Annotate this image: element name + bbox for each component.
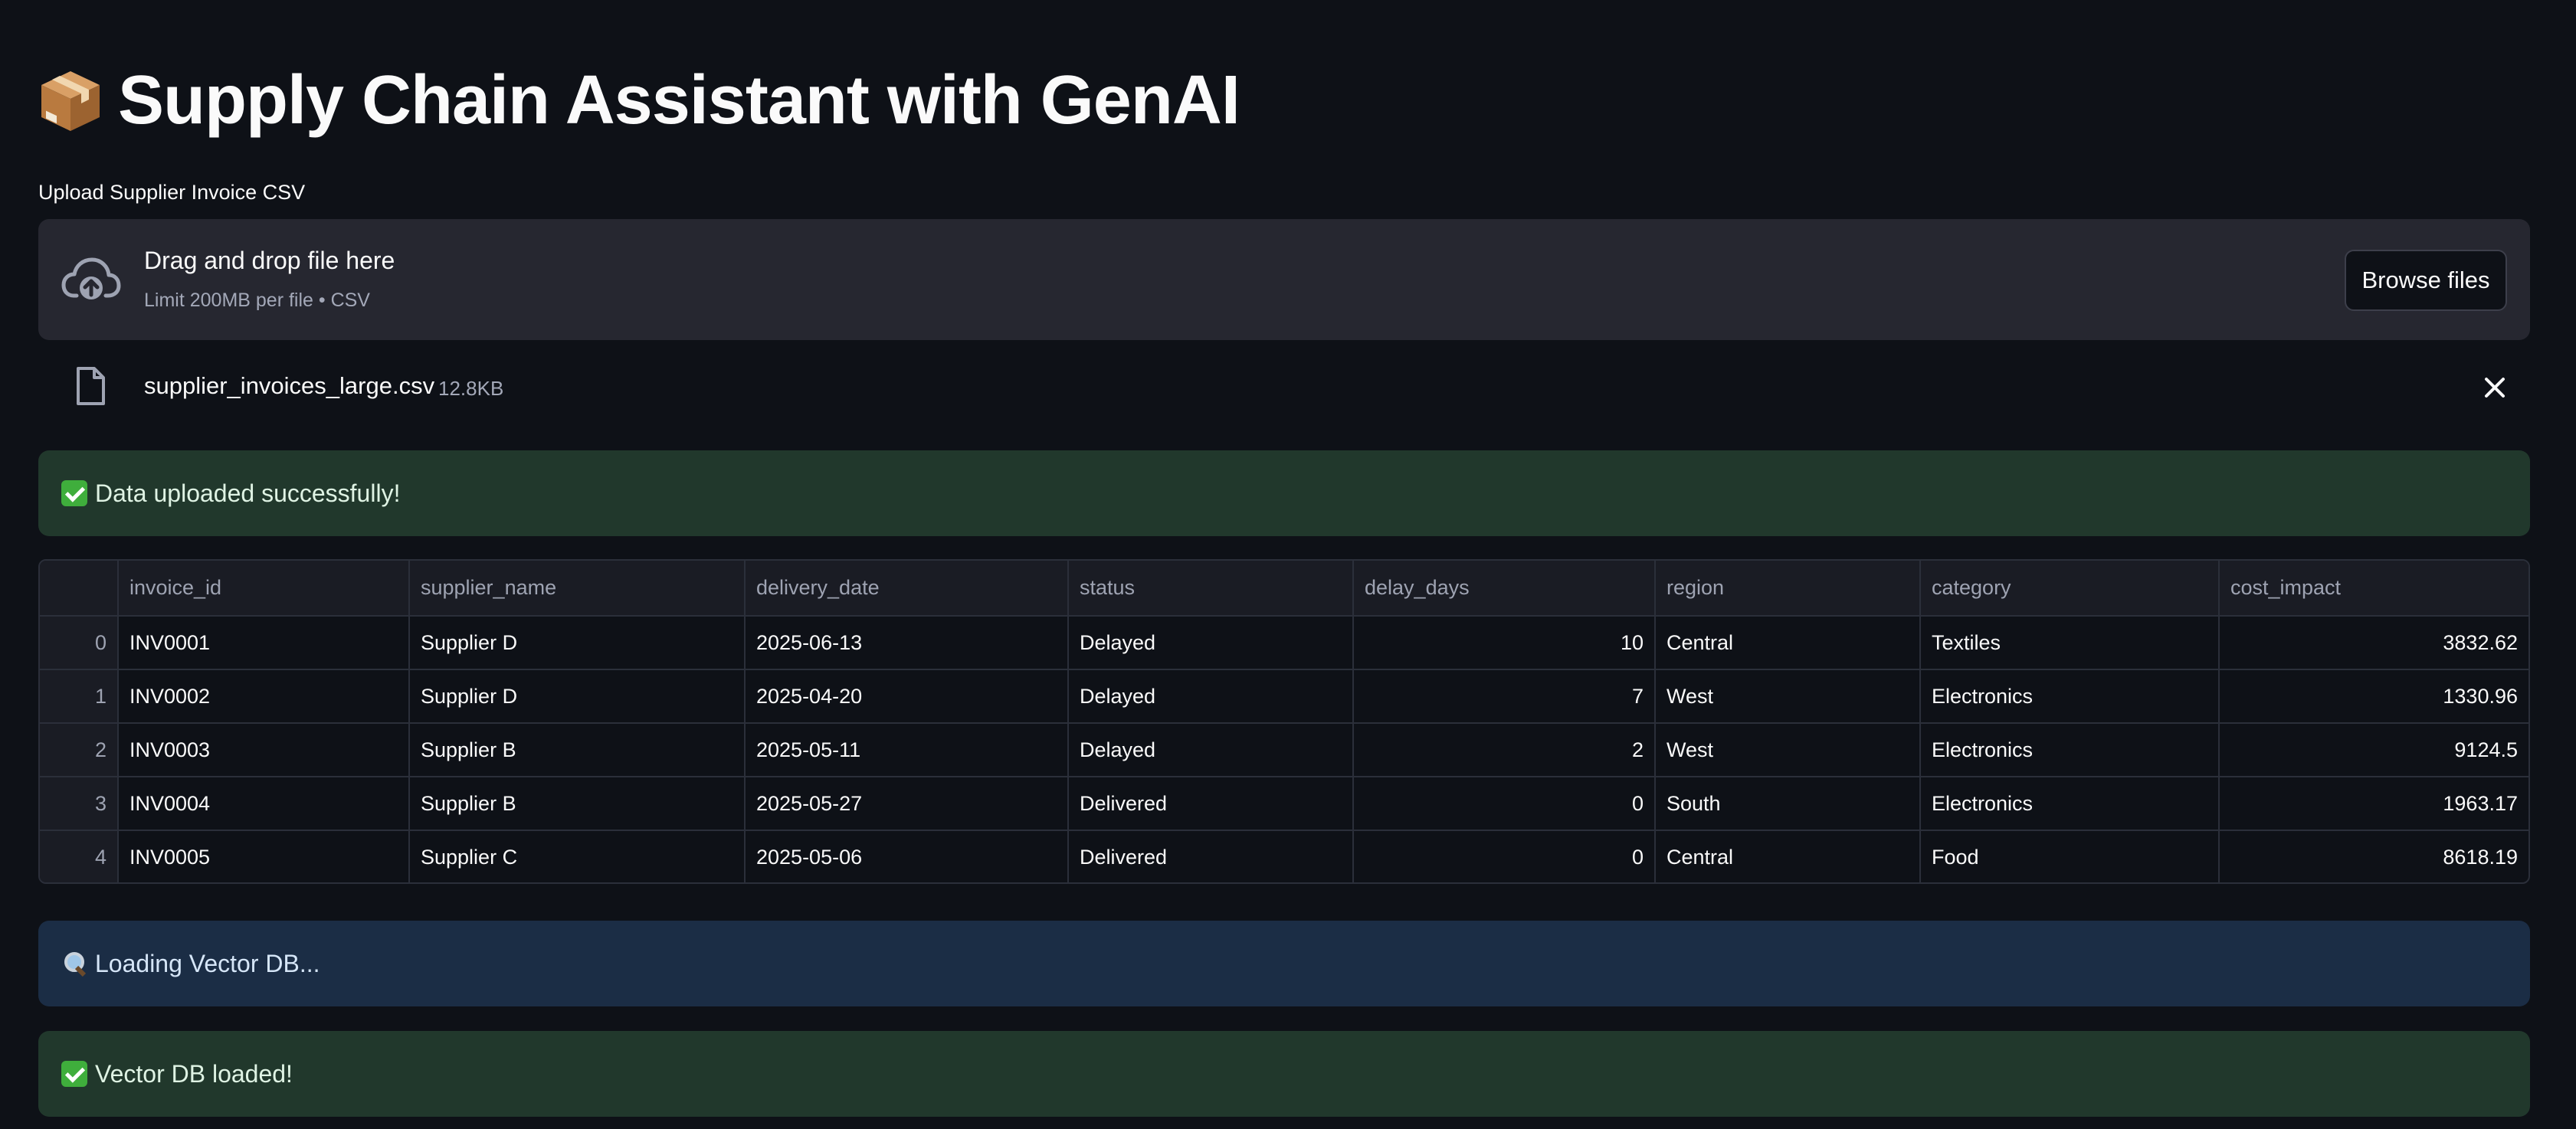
cell-invoice-id[interactable]: INV0003 (118, 723, 410, 777)
browse-files-button[interactable]: Browse files (2345, 250, 2507, 311)
cell-region[interactable]: West (1655, 669, 1921, 724)
cell-delay-days[interactable]: 10 (1353, 616, 1656, 670)
column-header-category[interactable]: category (1920, 561, 2220, 617)
package-icon (37, 67, 104, 134)
upload-label: Upload Supplier Invoice CSV (38, 181, 306, 204)
cell-supplier-name[interactable]: Supplier D (409, 669, 746, 724)
vector-db-loaded-text: Vector DB loaded! (95, 1059, 293, 1088)
cell-status[interactable]: Delayed (1068, 669, 1354, 724)
page-title-text: Supply Chain Assistant with GenAI (118, 62, 1240, 139)
table-row: 2 INV0003 Supplier B 2025-05-11 Delayed … (40, 723, 2528, 777)
cell-invoice-id[interactable]: INV0005 (118, 830, 410, 882)
cell-delay-days[interactable]: 7 (1353, 669, 1656, 724)
column-header-delay-days[interactable]: delay_days (1353, 561, 1656, 617)
cell-invoice-id[interactable]: INV0004 (118, 777, 410, 831)
cell-delivery-date[interactable]: 2025-06-13 (745, 616, 1069, 670)
cell-supplier-name[interactable]: Supplier D (409, 616, 746, 670)
cell-category[interactable]: Electronics (1920, 723, 2220, 777)
page-title: Supply Chain Assistant with GenAI (37, 66, 1240, 135)
cell-category[interactable]: Electronics (1920, 777, 2220, 831)
cell-delivery-date[interactable]: 2025-05-11 (745, 723, 1069, 777)
cell-delivery-date[interactable]: 2025-04-20 (745, 669, 1069, 724)
cell-supplier-name[interactable]: Supplier B (409, 723, 746, 777)
column-header-invoice-id[interactable]: invoice_id (118, 561, 410, 617)
cell-delivery-date[interactable]: 2025-05-27 (745, 777, 1069, 831)
cell-invoice-id[interactable]: INV0001 (118, 616, 410, 670)
cloud-upload-icon (61, 253, 121, 306)
magnifying-glass-icon (61, 951, 87, 977)
table-row: 0 INV0001 Supplier D 2025-06-13 Delayed … (40, 616, 2528, 670)
cell-category[interactable]: Textiles (1920, 616, 2220, 670)
table-header-row: invoice_id supplier_name delivery_date s… (40, 561, 2528, 617)
column-header-region[interactable]: region (1655, 561, 1921, 617)
cell-cost-impact[interactable]: 9124.5 (2219, 723, 2528, 777)
cell-category[interactable]: Electronics (1920, 669, 2220, 724)
dropzone-instructions: Drag and drop file here (144, 247, 395, 274)
loading-vector-db-text: Loading Vector DB... (95, 949, 320, 977)
cell-delay-days[interactable]: 2 (1353, 723, 1656, 777)
file-size: 12.8KB (438, 377, 504, 400)
cell-delivery-date[interactable]: 2025-05-06 (745, 830, 1069, 882)
data-table[interactable]: invoice_id supplier_name delivery_date s… (38, 559, 2530, 884)
cell-status[interactable]: Delayed (1068, 616, 1354, 670)
column-header-status[interactable]: status (1068, 561, 1354, 617)
file-name: supplier_invoices_large.csv (144, 372, 435, 399)
cell-status[interactable]: Delivered (1068, 777, 1354, 831)
file-icon (75, 366, 106, 406)
remove-file-close-icon[interactable] (2483, 375, 2507, 400)
cell-status[interactable]: Delayed (1068, 723, 1354, 777)
row-index: 3 (40, 777, 119, 831)
check-mark-icon (61, 480, 87, 506)
cell-region[interactable]: Central (1655, 830, 1921, 882)
column-header-delivery-date[interactable]: delivery_date (745, 561, 1069, 617)
table-row: 4 INV0005 Supplier C 2025-05-06 Delivere… (40, 830, 2528, 882)
row-index: 2 (40, 723, 119, 777)
cell-cost-impact[interactable]: 1330.96 (2219, 669, 2528, 724)
cell-delay-days[interactable]: 0 (1353, 830, 1656, 882)
cell-region[interactable]: West (1655, 723, 1921, 777)
column-header-index[interactable] (40, 561, 119, 617)
column-header-cost-impact[interactable]: cost_impact (2219, 561, 2528, 617)
cell-status[interactable]: Delivered (1068, 830, 1354, 882)
cell-invoice-id[interactable]: INV0002 (118, 669, 410, 724)
dropzone-limit: Limit 200MB per file • CSV (144, 290, 370, 311)
cell-category[interactable]: Food (1920, 830, 2220, 882)
row-index: 1 (40, 669, 119, 724)
upload-success-text: Data uploaded successfully! (95, 479, 401, 507)
cell-region[interactable]: Central (1655, 616, 1921, 670)
table-row: 3 INV0004 Supplier B 2025-05-27 Delivere… (40, 777, 2528, 831)
cell-region[interactable]: South (1655, 777, 1921, 831)
file-dropzone[interactable]: Drag and drop file here Limit 200MB per … (38, 219, 2530, 340)
cell-supplier-name[interactable]: Supplier B (409, 777, 746, 831)
vector-db-loaded-alert: Vector DB loaded! (38, 1031, 2530, 1117)
loading-vector-db-alert: Loading Vector DB... (38, 921, 2530, 1006)
cell-supplier-name[interactable]: Supplier C (409, 830, 746, 882)
row-index: 4 (40, 830, 119, 882)
check-mark-icon (61, 1061, 87, 1087)
uploaded-file-item: supplier_invoices_large.csv 12.8KB (38, 358, 2530, 417)
cell-cost-impact[interactable]: 8618.19 (2219, 830, 2528, 882)
upload-success-alert: Data uploaded successfully! (38, 450, 2530, 536)
cell-delay-days[interactable]: 0 (1353, 777, 1656, 831)
column-header-supplier-name[interactable]: supplier_name (409, 561, 746, 617)
app-page: Supply Chain Assistant with GenAI Upload… (0, 0, 2576, 1129)
row-index: 0 (40, 616, 119, 670)
table-row: 1 INV0002 Supplier D 2025-04-20 Delayed … (40, 669, 2528, 724)
cell-cost-impact[interactable]: 3832.62 (2219, 616, 2528, 670)
cell-cost-impact[interactable]: 1963.17 (2219, 777, 2528, 831)
